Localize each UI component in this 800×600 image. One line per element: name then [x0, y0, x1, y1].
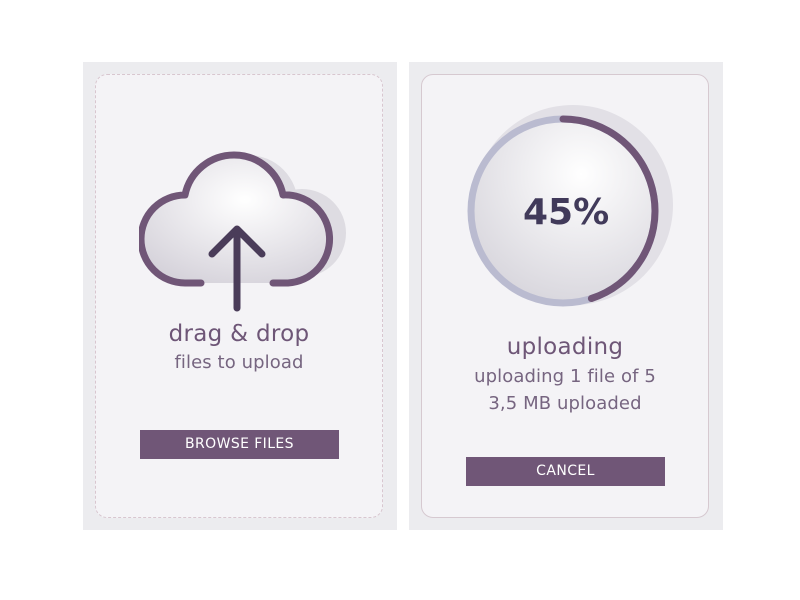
- upload-title: uploading: [506, 334, 624, 360]
- progress-percent-text: 45%: [523, 192, 610, 233]
- drop-title: drag & drop: [168, 321, 310, 347]
- cancel-button[interactable]: CANCEL: [466, 457, 665, 486]
- cloud-upload-icon: [139, 151, 346, 312]
- upload-status-line: uploading 1 file of 5: [474, 366, 656, 387]
- drop-subtitle: files to upload: [174, 352, 304, 373]
- upload-size-line: 3,5 MB uploaded: [488, 393, 642, 414]
- upload-panel: 45% uploading uploading 1 file of 5 3,5 …: [421, 74, 709, 518]
- browse-files-button[interactable]: BROWSE FILES: [140, 430, 339, 459]
- upload-progress-card: 45% uploading uploading 1 file of 5 3,5 …: [409, 62, 723, 530]
- drop-zone[interactable]: drag & drop files to upload BROWSE FILES: [95, 74, 383, 518]
- file-drop-card: drag & drop files to upload BROWSE FILES: [83, 62, 397, 530]
